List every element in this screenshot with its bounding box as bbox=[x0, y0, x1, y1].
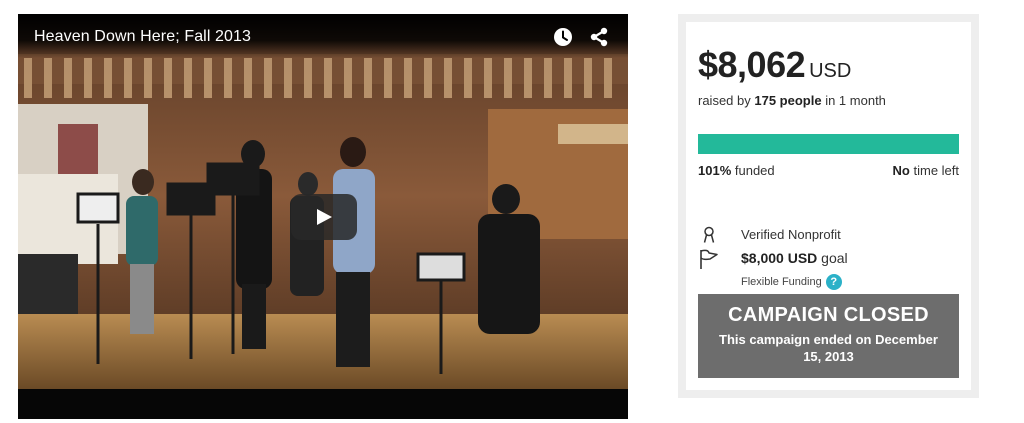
funded-percent: 101% funded bbox=[698, 163, 775, 178]
video-title-bar: Heaven Down Here; Fall 2013 bbox=[18, 14, 628, 58]
help-icon[interactable]: ? bbox=[825, 273, 842, 290]
ribbon-icon bbox=[703, 226, 715, 243]
amount-currency: USD bbox=[809, 60, 852, 82]
verified-label: Verified Nonprofit bbox=[741, 227, 841, 242]
time-left-suffix: time left bbox=[913, 163, 959, 178]
flexible-funding: Flexible Funding? bbox=[741, 273, 842, 291]
time-left-value: No bbox=[892, 163, 910, 178]
flexible-funding-label: Flexible Funding bbox=[741, 275, 822, 288]
share-icon[interactable] bbox=[589, 27, 609, 47]
campaign-closed-description: This campaign ended on December 15, 2013 bbox=[719, 332, 938, 364]
funded-percent-value: 101% bbox=[698, 163, 732, 178]
play-button[interactable] bbox=[291, 194, 357, 240]
goal-label: $8,000 USD goal bbox=[741, 250, 848, 266]
raised-by-line: raised by 175 people in 1 month bbox=[698, 93, 886, 108]
campaign-closed-banner: CAMPAIGN CLOSED This campaign ended on D… bbox=[698, 294, 959, 378]
video-title[interactable]: Heaven Down Here; Fall 2013 bbox=[34, 28, 251, 46]
campaign-card: $8,062 USD raised by 175 people in 1 mont… bbox=[686, 22, 971, 390]
raised-duration: in 1 month bbox=[825, 93, 886, 108]
progress-bar-fill bbox=[698, 134, 959, 154]
flag-icon bbox=[700, 249, 718, 269]
goal-amount: $8,000 bbox=[741, 250, 784, 266]
funded-percent-suffix: funded bbox=[734, 163, 775, 178]
amount-value: $8,062 bbox=[698, 44, 806, 85]
video-control-bar bbox=[18, 389, 628, 419]
goal-currency: USD bbox=[787, 250, 818, 266]
progress-bar bbox=[698, 134, 959, 154]
campaign-card-frame: $8,062 USD raised by 175 people in 1 mont… bbox=[678, 14, 979, 398]
campaign-closed-title: CAMPAIGN CLOSED bbox=[728, 304, 929, 326]
amount-raised: $8,062 USD bbox=[698, 44, 851, 86]
people-count: 175 people bbox=[754, 93, 822, 108]
clock-icon[interactable] bbox=[553, 27, 573, 47]
goal-suffix: goal bbox=[821, 250, 848, 266]
play-icon bbox=[317, 209, 332, 225]
raised-prefix: raised by bbox=[698, 93, 751, 108]
time-left: No time left bbox=[893, 163, 959, 178]
video-player[interactable]: Heaven Down Here; Fall 2013 bbox=[18, 14, 628, 419]
